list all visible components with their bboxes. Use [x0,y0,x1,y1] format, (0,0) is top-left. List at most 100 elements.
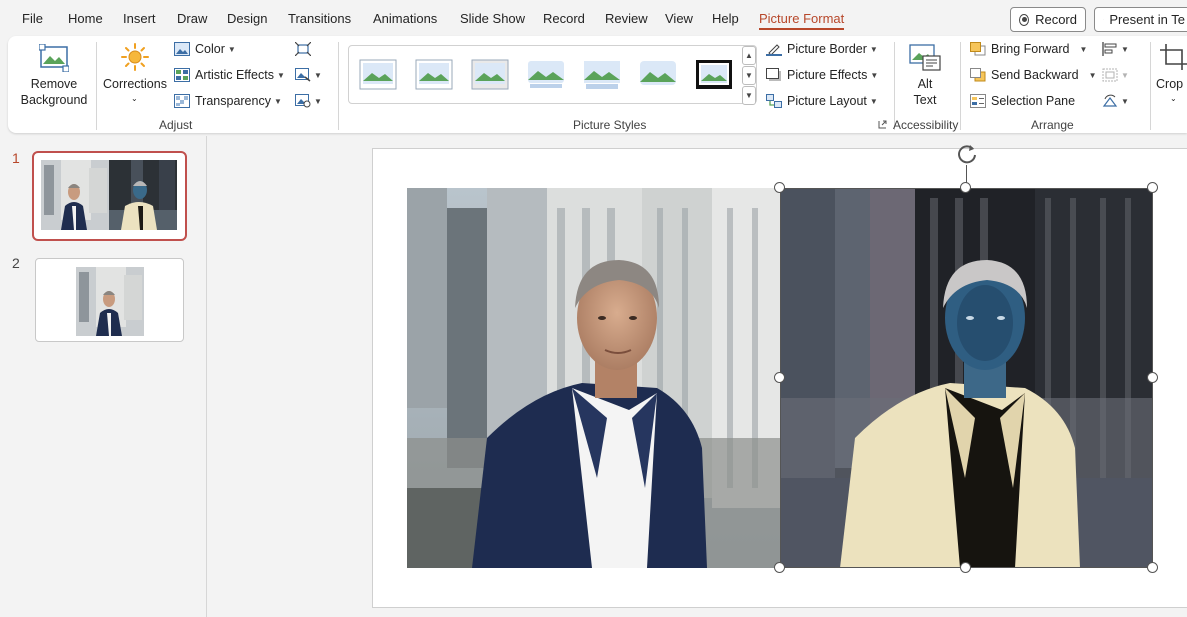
separator [338,42,339,130]
transparency-button[interactable]: Transparency ▼ [174,94,282,108]
alt-text-label-2: Text [913,93,937,107]
transparency-label: Transparency [195,94,271,108]
gallery-scroll-down[interactable]: ▼ [742,66,756,85]
color-icon [174,42,190,56]
menu-slide-show[interactable]: Slide Show [460,11,525,26]
crop-icon [1160,44,1187,70]
rotate-handle-icon[interactable] [956,143,978,165]
artistic-effects-icon [174,68,190,82]
selection-pane-button[interactable]: Selection Pane [970,94,1075,108]
picture-layout-button[interactable]: Picture Layout ▼ [766,94,878,108]
picture-style-thumb[interactable] [415,59,453,90]
menu-home[interactable]: Home [68,11,103,26]
align-icon [1102,42,1117,56]
slide-thumbnail-2[interactable] [35,258,184,342]
slide-thumbnail-pane: 1 2 [0,136,207,617]
slide-2-preview [76,267,144,336]
menu-file[interactable]: File [22,11,43,26]
sun-icon [121,43,149,71]
rotate-icon [1102,94,1118,107]
remove-background-button[interactable]: Remove Background [14,40,94,112]
color-button[interactable]: Color ▼ [174,42,236,56]
crop-button[interactable]: Crop ⌄ [1156,40,1187,112]
adjust-group-label: Adjust [159,118,193,132]
slide-1-preview [41,160,177,230]
accessibility-group-label: Accessibility [893,118,959,132]
picture-styles-group-label: Picture Styles [573,118,647,132]
remove-background-label-2: Background [20,93,88,107]
send-backward-button[interactable]: Send Backward ▼ [970,68,1096,82]
compress-icon [295,42,311,56]
resize-handle-top-left[interactable] [774,182,785,193]
chevron-down-icon: ▼ [1121,96,1129,106]
chevron-down-icon: ▼ [1088,70,1097,80]
remove-background-label-1: Remove [30,77,78,91]
slide-thumbnail-1[interactable] [32,151,187,241]
change-picture-icon [295,68,311,82]
picture-style-thumb[interactable] [583,59,621,90]
gallery-scroll-up[interactable]: ▲ [742,46,756,65]
picture-style-thumb[interactable] [639,59,677,90]
align-button[interactable]: ▼ [1102,42,1129,56]
alt-text-button[interactable]: Alt Text [901,40,949,112]
change-picture-button[interactable]: ▼ [295,68,322,82]
picture-style-thumb[interactable] [527,59,565,90]
menu-transitions[interactable]: Transitions [288,11,351,26]
transparency-icon [174,94,190,108]
chevron-down-icon: ▼ [314,96,322,106]
alt-text-icon [909,44,941,71]
menu-record[interactable]: Record [543,11,585,26]
picture-layout-label: Picture Layout [787,94,867,108]
menu-insert[interactable]: Insert [123,11,156,26]
picture-style-thumb[interactable] [471,59,509,90]
menu-design[interactable]: Design [227,11,267,26]
reset-picture-button[interactable]: ▼ [295,94,322,108]
picture-style-thumb[interactable] [695,59,733,90]
picture-border-label: Picture Border [787,42,867,56]
chevron-down-icon: ▼ [273,96,282,106]
picture-effects-button[interactable]: Picture Effects ▼ [766,68,878,82]
original-portrait-image[interactable] [407,188,780,568]
corrections-label: Corrections [103,77,167,91]
chevron-down-icon: ▼ [1079,44,1088,54]
selection-pane-icon [970,94,986,108]
resize-handle-bottom[interactable] [960,562,971,573]
menu-view[interactable]: View [665,11,693,26]
bring-forward-icon [970,42,986,56]
menu-animations[interactable]: Animations [373,11,437,26]
menu-review[interactable]: Review [605,11,648,26]
menu-draw[interactable]: Draw [177,11,207,26]
separator [894,42,895,130]
chevron-down-icon: ⌄ [1170,94,1177,103]
resize-handle-bottom-right[interactable] [1147,562,1158,573]
bring-forward-button[interactable]: Bring Forward ▼ [970,42,1087,56]
menu-picture-format[interactable]: Picture Format [759,11,845,30]
resize-handle-left[interactable] [774,372,785,383]
gallery-more-button[interactable]: ▼ [742,86,756,105]
picture-border-icon [766,44,782,56]
menu-help[interactable]: Help [712,11,739,26]
resize-handle-top[interactable] [960,182,971,193]
resize-handle-bottom-left[interactable] [774,562,785,573]
send-backward-icon [970,68,986,82]
picture-style-thumb[interactable] [359,59,397,90]
separator [96,42,97,130]
chevron-down-icon: ▼ [869,96,878,106]
compress-pictures-button[interactable] [295,42,311,56]
record-button[interactable]: Record [1010,7,1086,32]
corrections-button[interactable]: Corrections ⌄ [100,40,170,112]
group-objects-button[interactable]: ▼ [1102,68,1129,82]
artistic-effects-button[interactable]: Artistic Effects ▼ [174,68,285,82]
dialog-launcher-icon[interactable] [878,120,887,129]
arrange-group-label: Arrange [1031,118,1074,132]
resize-handle-top-right[interactable] [1147,182,1158,193]
rotate-button[interactable]: ▼ [1102,94,1129,108]
slide-canvas[interactable] [372,145,1187,608]
present-button[interactable]: Present in Te [1094,7,1187,32]
resize-handle-right[interactable] [1147,372,1158,383]
chevron-down-icon: ▼ [227,44,236,54]
alt-text-label-1: Alt [917,77,933,91]
present-button-label: Present in Te [1109,12,1185,27]
picture-border-button[interactable]: Picture Border ▼ [766,42,878,56]
color-label: Color [195,42,225,56]
